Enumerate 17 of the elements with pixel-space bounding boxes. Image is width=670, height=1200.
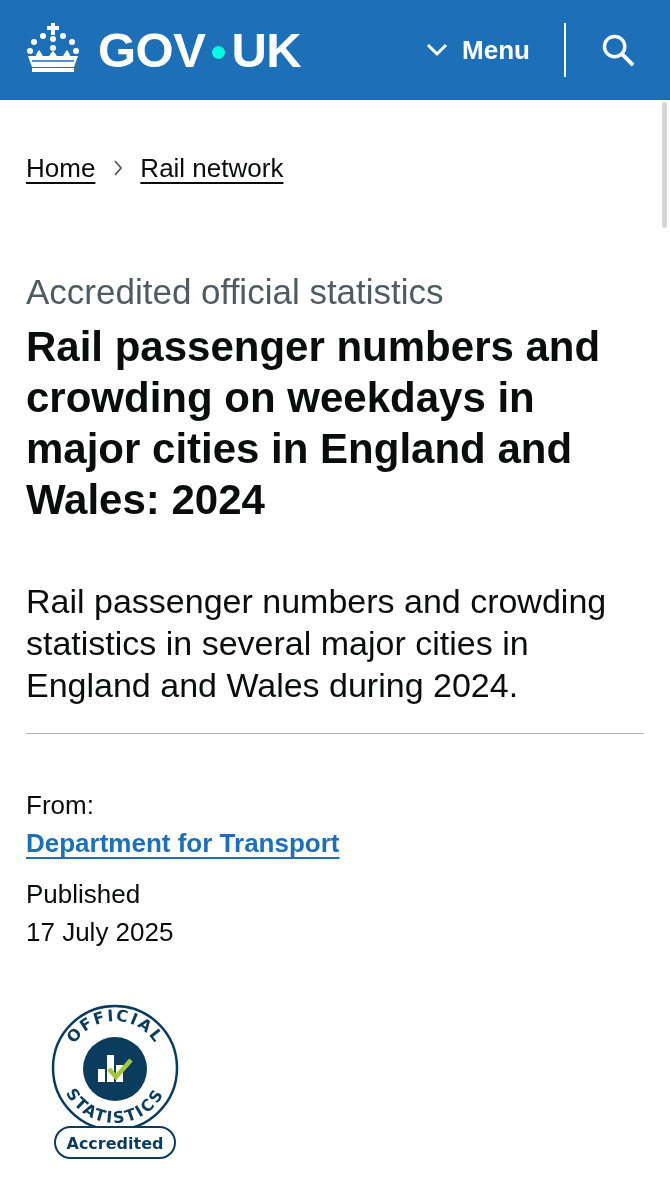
accredited-tag: Accredited [54, 1126, 176, 1159]
chevron-right-icon [113, 160, 124, 176]
breadcrumb-link[interactable]: Rail network [140, 150, 284, 186]
page-title: Rail passenger numbers and crowding on weekdays in major cities in England and Wales: 2024 [26, 322, 602, 525]
organisation-link[interactable]: Department for Transport [26, 824, 340, 862]
search-icon [602, 33, 635, 67]
summary-text: Rail passenger numbers and crowding statistics in several major cities in England and Wales during 2024. [26, 581, 608, 706]
published-date: 17 July 2025 [26, 916, 174, 949]
from-label: From: [26, 789, 94, 822]
menu-button[interactable]: Menu [426, 26, 530, 74]
search-button[interactable] [602, 33, 635, 67]
logo-dot-icon [212, 45, 226, 59]
govuk-logo-link[interactable]: GOV UK [26, 22, 302, 78]
crown-icon [26, 23, 80, 73]
breadcrumb-link[interactable]: Home [26, 150, 96, 186]
page-caption: Accredited official statistics [26, 271, 444, 313]
published-label: Published [26, 878, 141, 911]
